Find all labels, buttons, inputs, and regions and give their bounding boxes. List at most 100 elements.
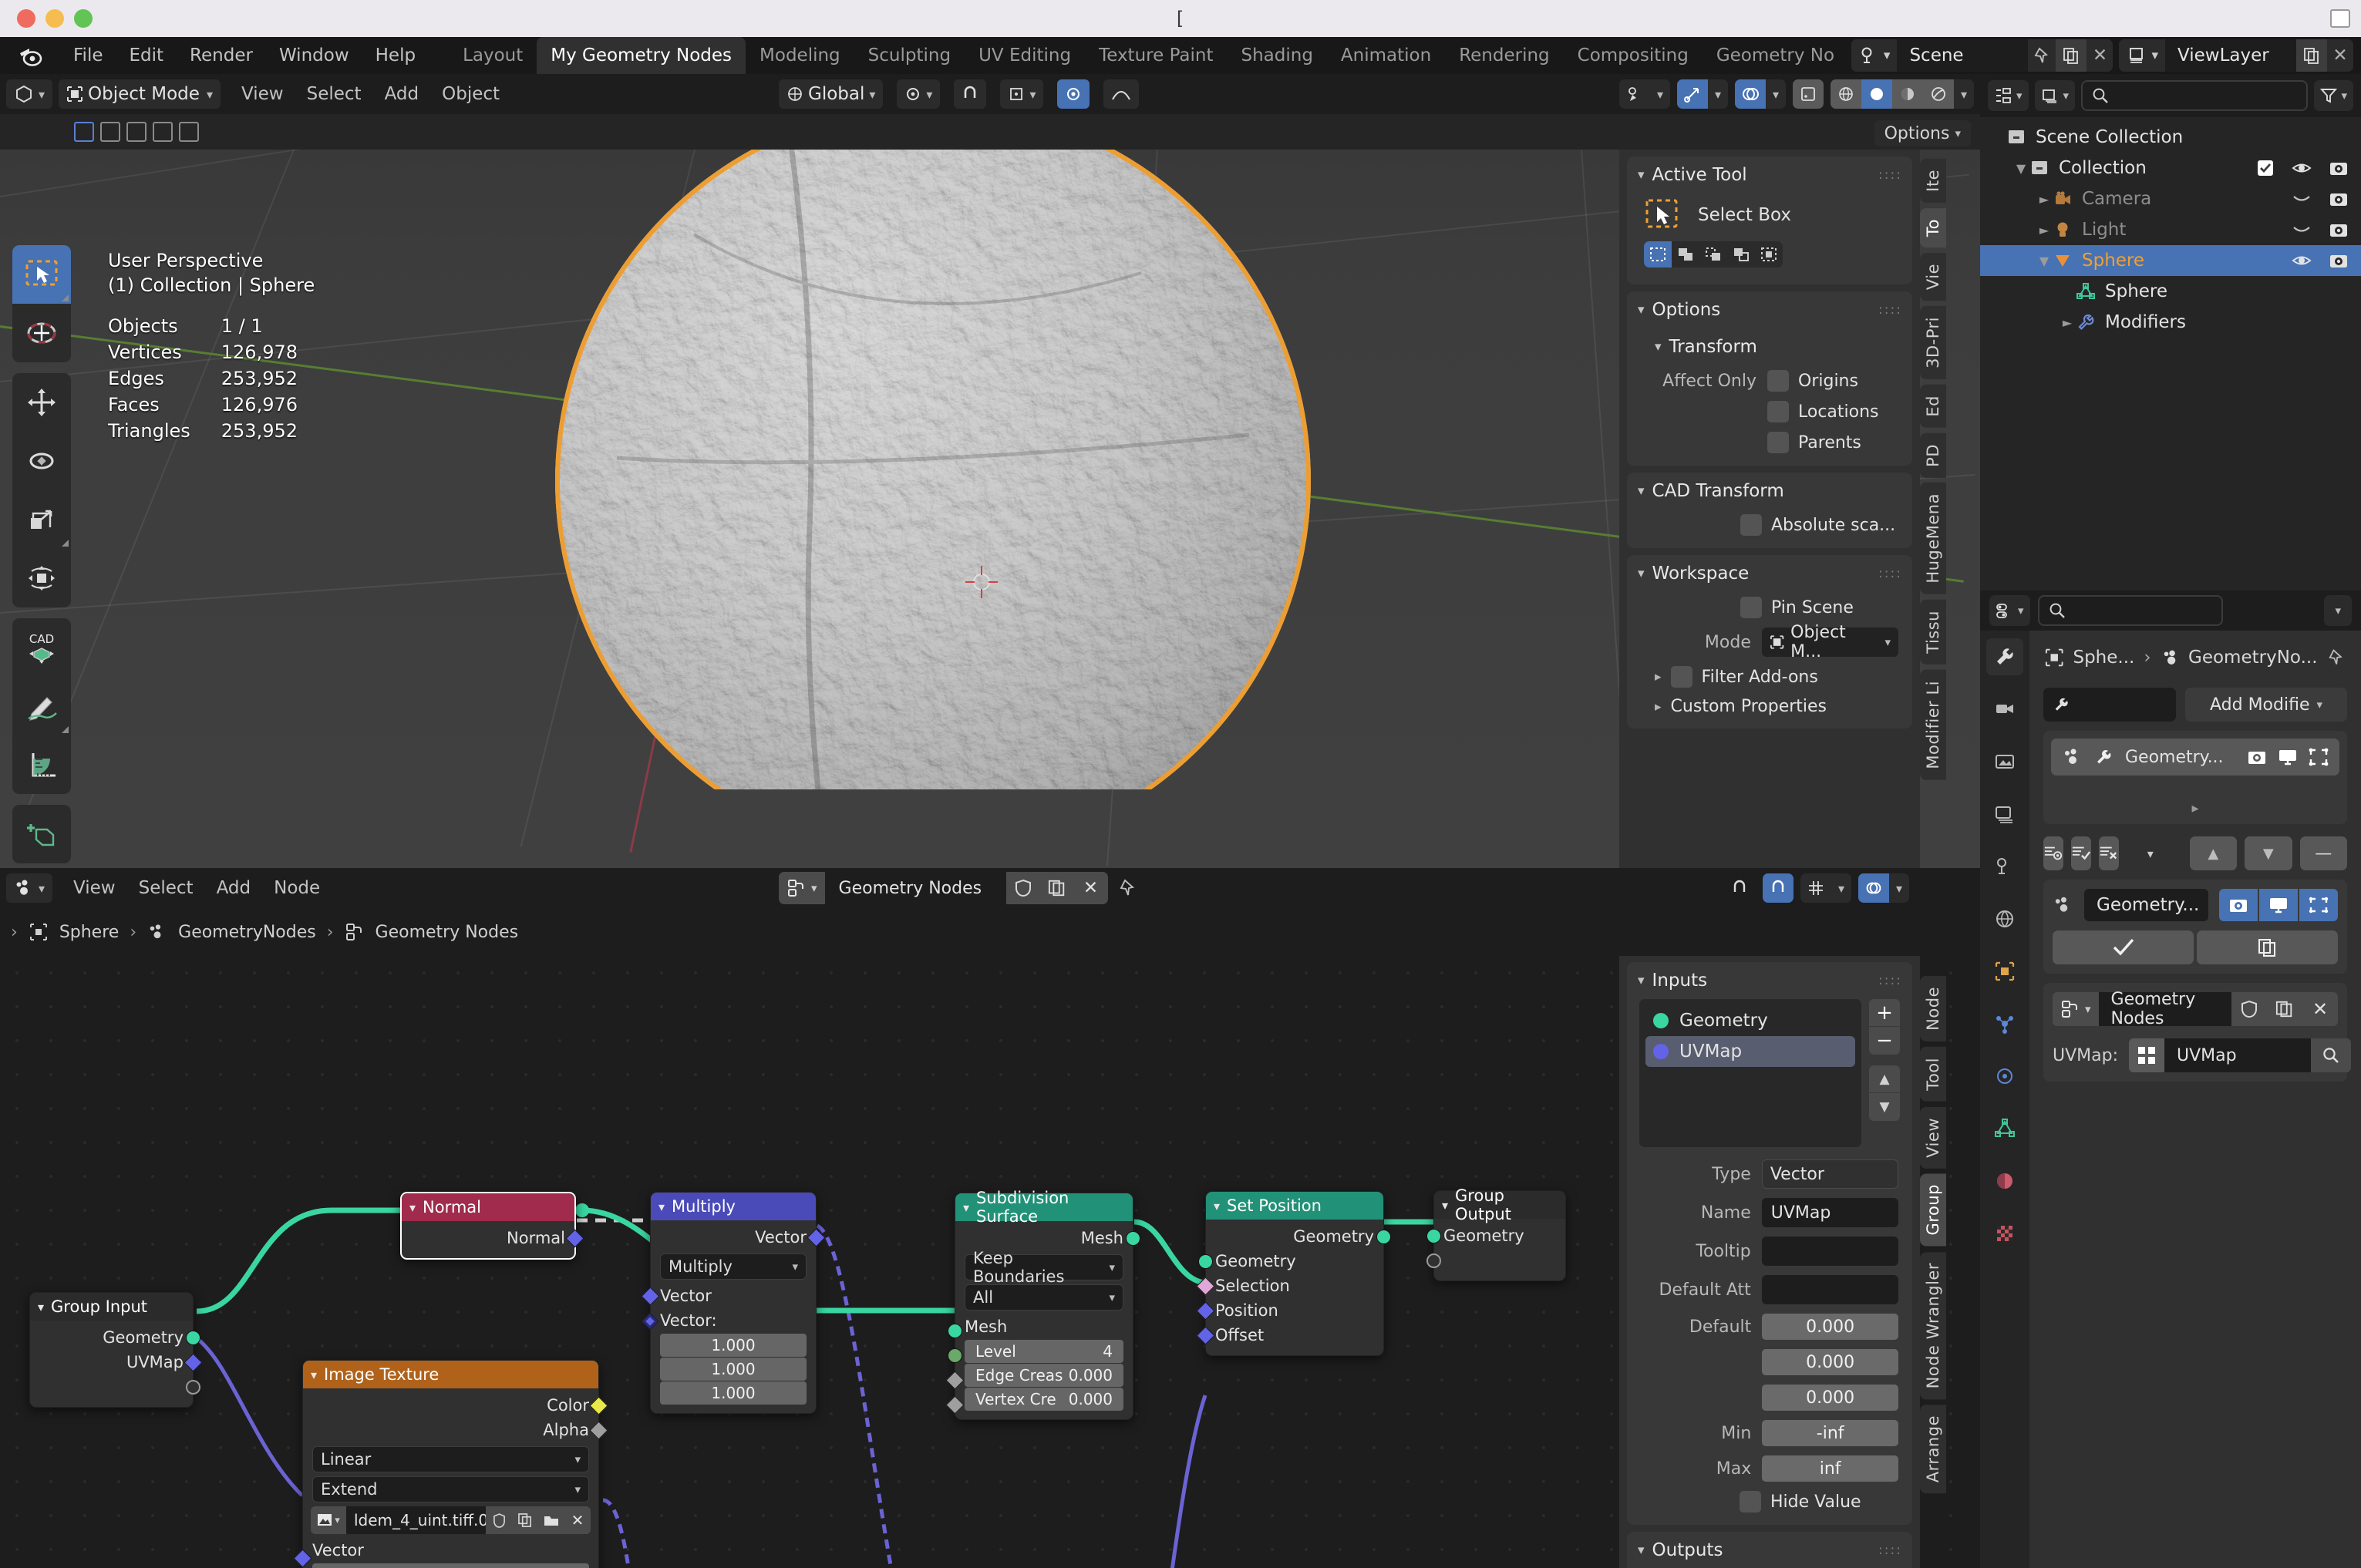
unlink-image-button[interactable]: ✕ <box>564 1506 591 1534</box>
workspace-header[interactable]: ▾ Workspace :::: <box>1627 555 1912 592</box>
node-dropdown[interactable]: All ▾ <box>965 1284 1123 1311</box>
tool-transform[interactable] <box>12 549 71 607</box>
chevron-down-icon[interactable]: ▾ <box>1214 1199 1220 1213</box>
viewport-options-button[interactable]: Options ▾ <box>1874 120 1971 146</box>
new-scene-icon[interactable] <box>2056 39 2087 72</box>
node-group-menu-button[interactable]: ▾ <box>2127 836 2174 870</box>
proportional-editing-toggle[interactable] <box>1057 79 1090 109</box>
node-editor-datablock-name[interactable]: Geometry Nodes <box>824 872 1006 904</box>
node-overlays-selector[interactable]: ▾ <box>1858 873 1909 903</box>
viewport-tab-ite[interactable]: Ite <box>1920 159 1946 203</box>
viewport-tab-ed[interactable]: Ed <box>1920 385 1946 428</box>
node-multiply-1[interactable]: ▾ Multiply Vector Multiply ▾ Vector Vector: 1.0… <box>641 1192 826 1414</box>
tooltip-value[interactable] <box>1761 1237 1898 1266</box>
affect-only-parents-checkbox[interactable] <box>1767 432 1789 453</box>
node-dropdown[interactable]: Extend ▾ <box>312 1476 589 1502</box>
viewport-menu-select[interactable]: Select <box>295 84 373 104</box>
inputs-list[interactable]: Geometry UVMap <box>1639 999 1861 1147</box>
node-menu-node[interactable]: Node <box>262 878 332 898</box>
render-visibility-icon[interactable] <box>2247 748 2267 766</box>
viewport-menu-view[interactable]: View <box>230 84 295 104</box>
remove-scene-button[interactable]: ✕ <box>2087 39 2113 72</box>
editmode-toggle[interactable] <box>2299 889 2339 921</box>
chevron-down-icon[interactable]: ▾ <box>963 1200 969 1215</box>
properties-options-button[interactable]: ▾ <box>2324 595 2352 626</box>
workspace-tab-sculpting[interactable]: Sculpting <box>854 37 965 74</box>
node-dropdown[interactable]: Linear ▾ <box>312 1446 589 1472</box>
chevron-down-icon[interactable]: ▾ <box>1831 873 1851 903</box>
scene-datablock[interactable]: ▾ Scene ✕ <box>1851 39 2113 72</box>
properties-editor-type-button[interactable]: ▾ <box>1989 595 2030 626</box>
max-value[interactable]: inf <box>1762 1455 1898 1482</box>
solid-shading-icon[interactable] <box>1861 79 1892 109</box>
material-preview-icon[interactable] <box>1892 79 1923 109</box>
node-snap-selector[interactable] <box>1763 873 1793 903</box>
breadcrumb-modifier[interactable]: GeometryNo... <box>2188 648 2318 668</box>
pin-scene-checkbox[interactable] <box>1740 597 1762 618</box>
node-group-input[interactable]: ▾ Group Input Geometry UVMap <box>29 1292 203 1408</box>
viewport-tab-tissu[interactable]: Tissu <box>1920 600 1946 665</box>
node-value-field[interactable]: 1.000 <box>660 1334 807 1357</box>
node-editor-type-button[interactable]: ▾ <box>6 873 53 903</box>
camera-render-icon[interactable] <box>2329 159 2349 177</box>
default-2-value[interactable]: 0.000 <box>1762 1385 1898 1411</box>
outliner-search-input[interactable] <box>2081 80 2309 111</box>
eye-closed-icon[interactable] <box>2292 190 2312 207</box>
tool-expand-corner[interactable] <box>62 294 69 301</box>
new-image-button[interactable] <box>512 1506 538 1534</box>
active-tool-header[interactable]: ▾ Active Tool :::: <box>1627 156 1912 193</box>
chevron-down-icon[interactable]: ▾ <box>1954 79 1974 109</box>
chevron-down-icon[interactable]: ▾ <box>658 1200 665 1214</box>
viewlayer-datablock[interactable]: ▾ ViewLayer ✕ <box>2119 39 2353 72</box>
workspace-tab-modeling[interactable]: Modeling <box>746 37 854 74</box>
tool-expand-corner[interactable] <box>62 726 69 733</box>
breadcrumb-modifier[interactable]: GeometryNodes <box>178 923 316 942</box>
select-extend-icon[interactable] <box>1672 241 1699 268</box>
hide-value-checkbox[interactable] <box>1740 1491 1761 1512</box>
input-item-uvmap[interactable]: UVMap <box>1645 1036 1855 1067</box>
viewport-menu-object[interactable]: Object <box>430 84 511 104</box>
show-gizmo-icon[interactable] <box>1677 79 1708 109</box>
filter-addons-checkbox[interactable] <box>1670 666 1692 688</box>
snap-node-button[interactable] <box>1723 873 1756 903</box>
workspace-tab-shading[interactable]: Shading <box>1227 37 1326 74</box>
select-mode-extra1-icon[interactable] <box>153 122 173 142</box>
fake-user-button[interactable] <box>486 1506 512 1534</box>
fake-user-button[interactable] <box>2231 992 2267 1026</box>
modifier-stack-expand[interactable]: ▸ <box>2051 800 2339 816</box>
tool-select-box[interactable] <box>12 245 71 304</box>
new-node-group-button[interactable] <box>1039 872 1074 904</box>
modifier-name-field[interactable]: Geometry... <box>2084 889 2208 921</box>
blender-logo-icon[interactable] <box>17 42 43 69</box>
node-menu-view[interactable]: View <box>62 878 127 898</box>
remove-input-button[interactable]: − <box>1869 1027 1900 1055</box>
properties-tab-physics[interactable] <box>1986 1005 2023 1042</box>
node-header[interactable]: ▾ Set Position <box>1206 1192 1383 1220</box>
scene-name[interactable]: Scene <box>1897 39 2029 72</box>
node-tab-node[interactable]: Node <box>1920 976 1946 1041</box>
workspace-tab-animation[interactable]: Animation <box>1327 37 1445 74</box>
show-overlays-icon[interactable] <box>1735 79 1766 109</box>
transform-subpanel-header[interactable]: ▾ Transform <box>1627 328 1912 365</box>
tool-cad-transform[interactable]: CAD <box>12 618 71 677</box>
chevron-down-icon[interactable]: ▾ <box>1766 79 1786 109</box>
unlink-node-group-button[interactable]: ✕ <box>1073 872 1108 904</box>
node-header[interactable]: ▾ Normal <box>402 1193 574 1221</box>
viewport-tab-vie[interactable]: Vie <box>1920 252 1946 301</box>
select-set-icon[interactable] <box>1644 241 1672 268</box>
properties-tab-material[interactable] <box>1986 1163 2023 1200</box>
breadcrumb-nodegroup[interactable]: Geometry Nodes <box>376 923 519 942</box>
chevron-down-icon[interactable]: ▾ <box>311 1368 317 1382</box>
shading-mode-selector[interactable]: ▾ <box>1831 79 1974 109</box>
workspace-tab-rendering[interactable]: Rendering <box>1445 37 1563 74</box>
tool-expand-corner[interactable] <box>62 540 69 547</box>
chevron-down-icon[interactable]: ▾ <box>1889 873 1909 903</box>
properties-editor[interactable]: ▾ ▾ Sphe... › GeometryNo... Add Modifie … <box>1980 591 2361 1568</box>
outliner-row[interactable]: ▼ Sphere <box>1980 245 2361 276</box>
checkbox-icon[interactable] <box>2256 159 2275 177</box>
rendered-shading-icon[interactable] <box>1923 79 1954 109</box>
chevron-down-icon[interactable]: ▾ <box>1708 79 1728 109</box>
show-all-inputs-button[interactable] <box>2043 836 2063 870</box>
chevron-down-icon[interactable]: ▼ <box>2036 254 2053 268</box>
inputs-header[interactable]: ▾ Inputs :::: <box>1627 962 1912 999</box>
